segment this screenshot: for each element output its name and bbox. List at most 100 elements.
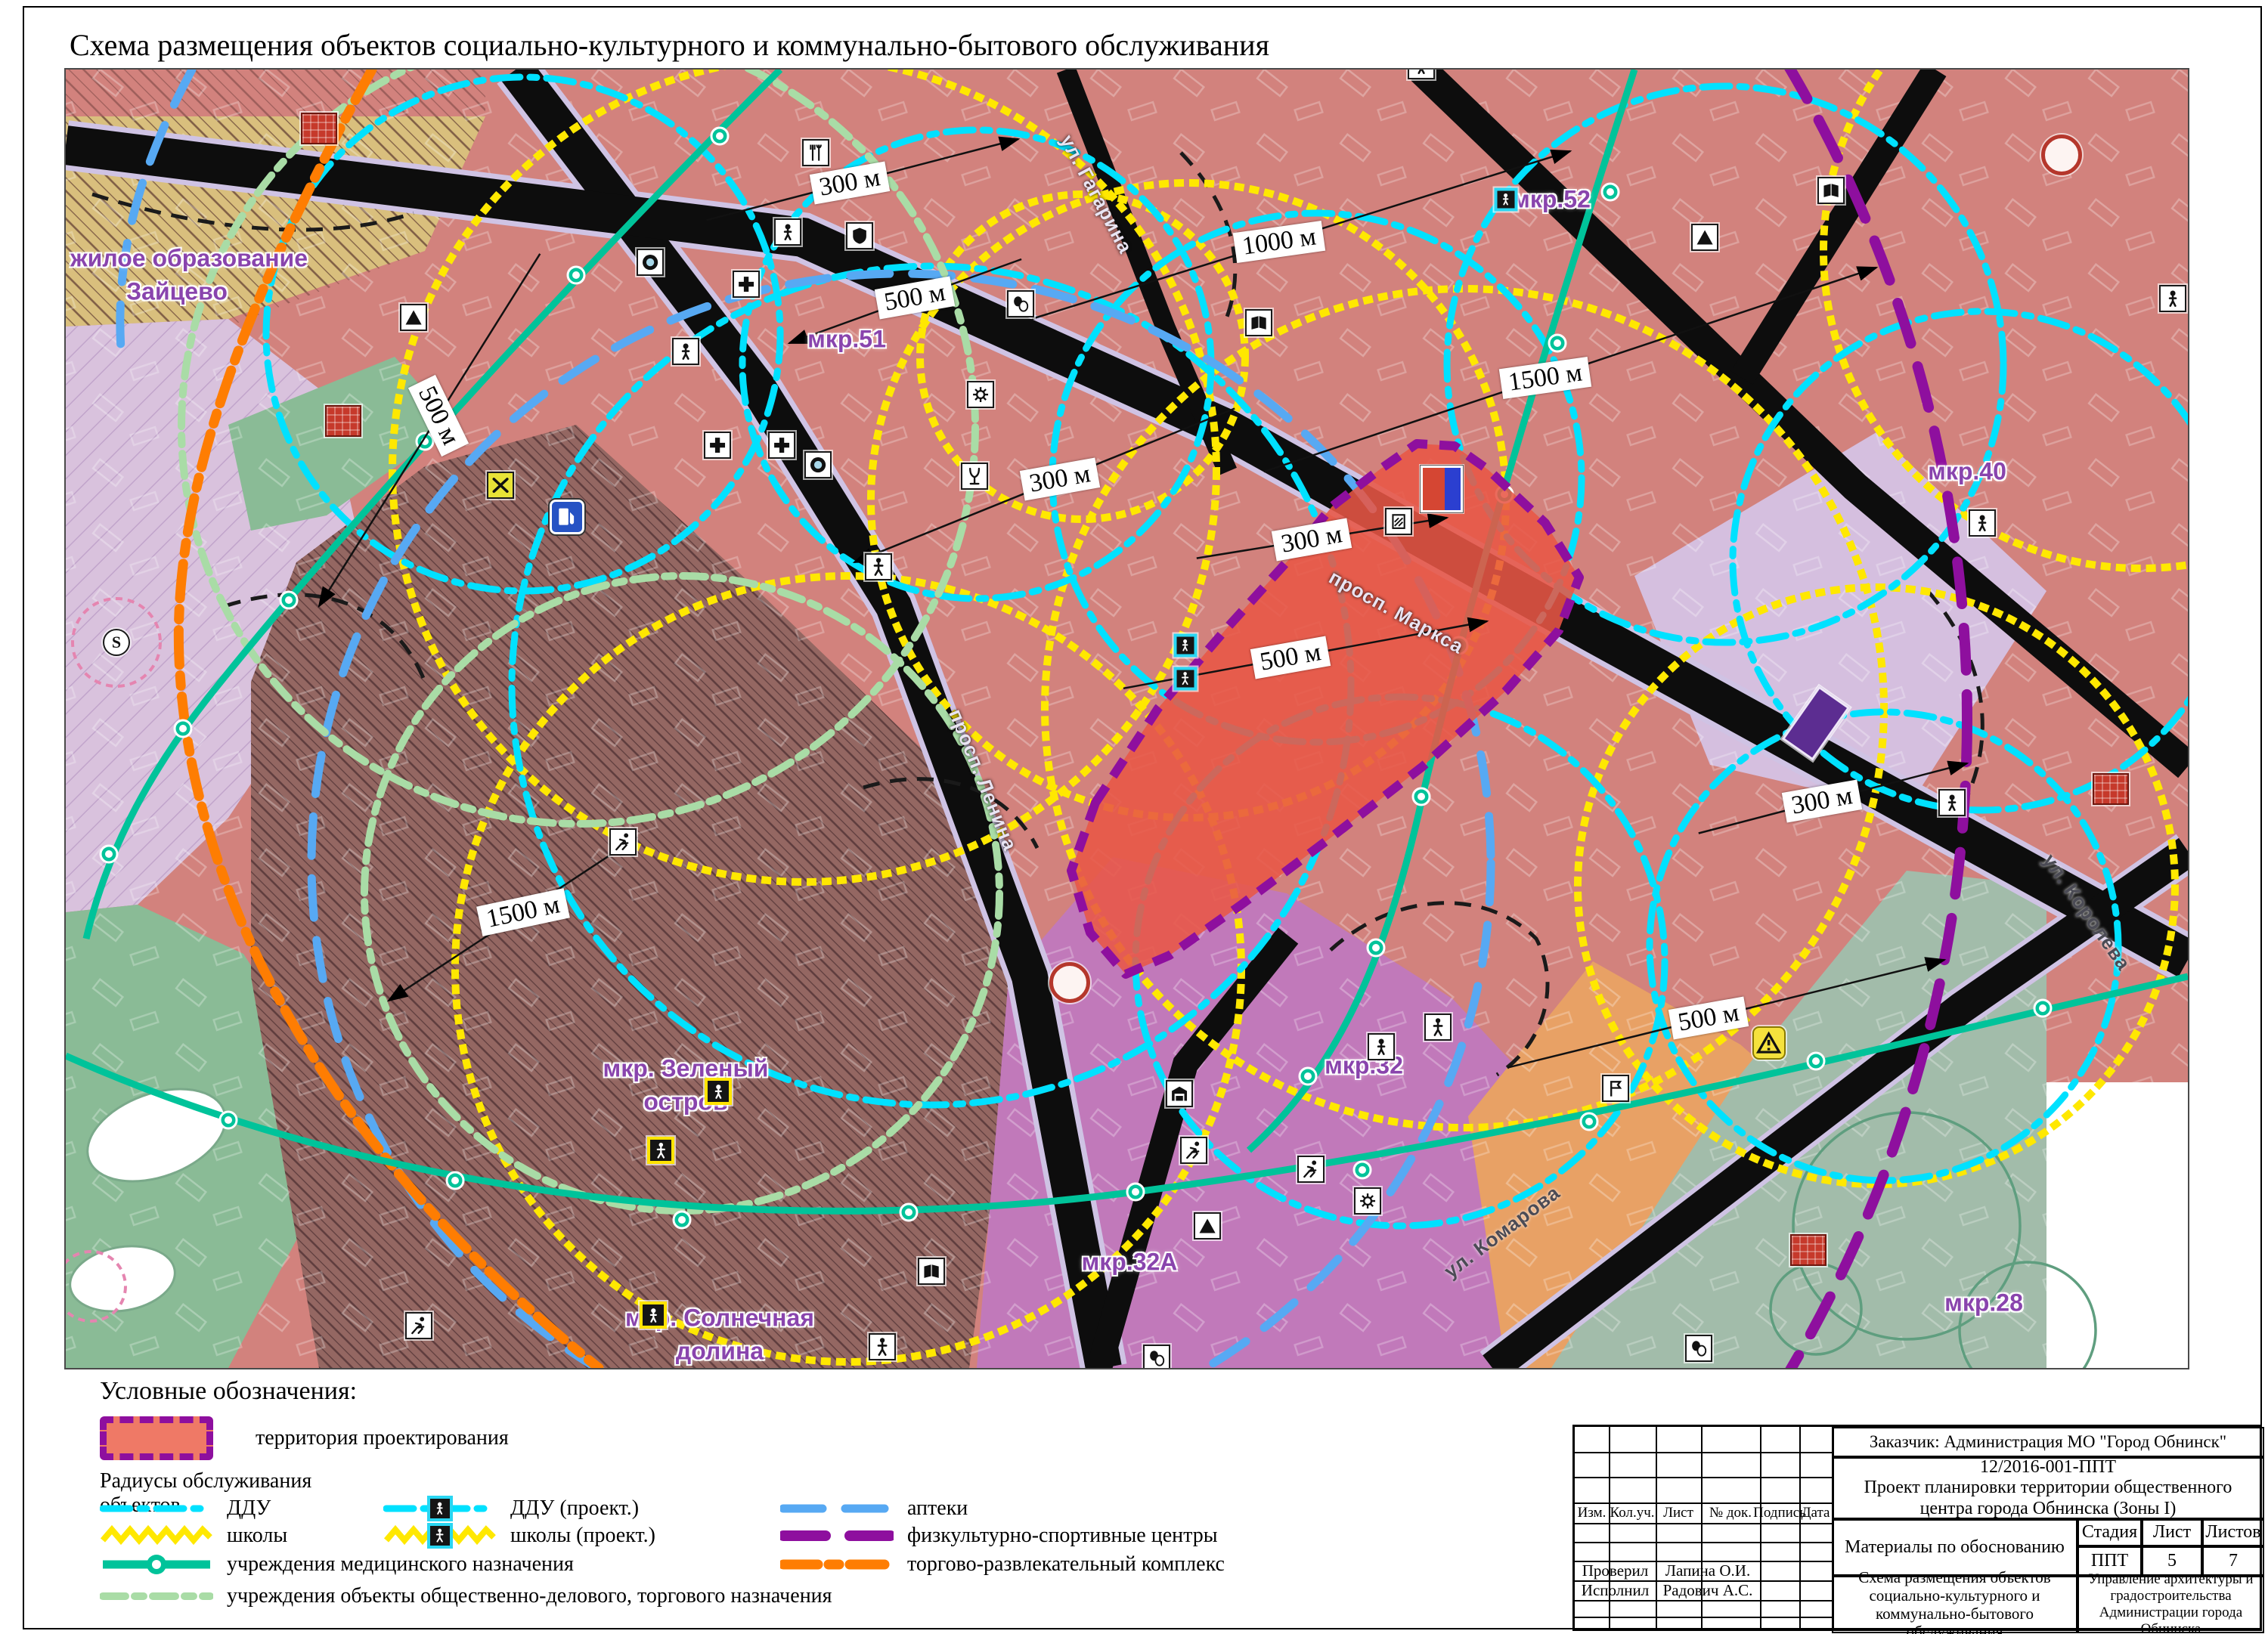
child-icon[interactable] xyxy=(774,218,801,246)
cross-icon[interactable] xyxy=(768,432,795,459)
district-label: мкр.40 xyxy=(1928,458,2006,486)
sheet: Схема размещения объектов социально-куль… xyxy=(0,0,2268,1634)
dot-icon[interactable] xyxy=(637,249,664,276)
page-title: Схема размещения объектов социально-куль… xyxy=(70,27,1269,63)
school-proj-icon xyxy=(427,1523,453,1549)
legend-row-biz: учреждения объекты общественно-делового,… xyxy=(100,1580,832,1613)
child-icon[interactable] xyxy=(1174,634,1198,658)
runner-icon[interactable] xyxy=(609,828,637,856)
bldg2-icon[interactable] xyxy=(1421,466,1463,512)
triangle-icon[interactable] xyxy=(1691,224,1718,251)
tb-grid-line xyxy=(1760,1427,1761,1629)
legend-row-school-proj: школы (проект.) xyxy=(383,1519,655,1552)
shield-icon[interactable] xyxy=(846,222,873,249)
bldg-icon[interactable] xyxy=(1790,1234,1826,1266)
bldg-icon[interactable] xyxy=(325,405,361,437)
gear-icon[interactable] xyxy=(1354,1187,1381,1215)
tb-scheme-title: Схема размещения объектов социально-куль… xyxy=(1832,1576,2077,1633)
map-layers xyxy=(66,70,2188,1368)
child-icon[interactable] xyxy=(1408,68,1435,79)
tb-col-koluch: Кол.уч. xyxy=(1609,1502,1656,1523)
person-icon[interactable] xyxy=(1424,1014,1452,1041)
hammer-icon[interactable] xyxy=(487,472,514,499)
zone-layer xyxy=(66,70,2188,1368)
triangle-icon[interactable] xyxy=(400,304,427,331)
legend-territory-row: территория проектирования xyxy=(100,1416,509,1460)
person-icon[interactable] xyxy=(865,553,892,580)
district-label: мкр.32А xyxy=(1082,1249,1178,1277)
territory-swatch xyxy=(100,1416,213,1460)
gear-icon[interactable] xyxy=(967,381,994,408)
district-label: долина xyxy=(676,1338,764,1366)
district-label: Зайцево xyxy=(126,278,228,306)
bldg-icon[interactable] xyxy=(2093,773,2129,805)
trk-line-swatch xyxy=(780,1548,894,1581)
tb-col-ndok: № док. xyxy=(1701,1502,1760,1523)
district-label: мкр.52 xyxy=(1512,186,1591,214)
triangle-icon[interactable] xyxy=(1194,1212,1221,1239)
legend-heading: Условные обозначения: xyxy=(100,1377,357,1406)
district-label: мкр. Зеленый xyxy=(603,1055,769,1083)
garage-icon[interactable] xyxy=(1166,1080,1193,1107)
cross-icon[interactable] xyxy=(704,432,731,459)
book-icon[interactable] xyxy=(918,1258,945,1285)
legend-row-trk: торгово-развлекательный комплекс xyxy=(780,1548,1225,1581)
person-icon[interactable] xyxy=(647,1137,674,1164)
child-icon[interactable] xyxy=(1969,509,1996,537)
tb-checked-name: Лапина О.И. xyxy=(1656,1561,1760,1580)
tb-col-izm: Изм. xyxy=(1575,1502,1609,1523)
runner-icon[interactable] xyxy=(405,1312,432,1339)
child-icon[interactable] xyxy=(705,1078,732,1105)
district-label: мкр.51 xyxy=(807,326,886,354)
fuel-icon[interactable] xyxy=(550,500,584,534)
tb-col-data: Дата xyxy=(1799,1502,1832,1523)
tb-sheet-label: Лист xyxy=(2142,1519,2202,1546)
bldg-icon[interactable] xyxy=(301,113,337,144)
child-icon[interactable] xyxy=(1368,1033,1395,1060)
flag-icon[interactable] xyxy=(1602,1075,1629,1102)
tb-sheets-label: Листов xyxy=(2202,1519,2264,1546)
cross-icon[interactable] xyxy=(733,271,760,298)
z-icon[interactable] xyxy=(1385,508,1412,535)
tb-grid-line xyxy=(1799,1427,1801,1629)
tb-project-line2: центра города Обнинска (Зоны I) xyxy=(1920,1499,2177,1520)
tb-col-list: Лист xyxy=(1656,1502,1701,1523)
runner-icon[interactable] xyxy=(1180,1137,1207,1164)
child-icon[interactable] xyxy=(672,338,699,365)
book-icon[interactable] xyxy=(1817,177,1845,204)
masks-icon[interactable] xyxy=(1685,1335,1712,1362)
child-icon[interactable] xyxy=(640,1301,667,1329)
stadium-icon[interactable] xyxy=(2041,135,2082,175)
district-label: жилое образование xyxy=(70,245,308,273)
child-icon[interactable] xyxy=(2159,285,2186,312)
tb-checked-label: Проверил xyxy=(1575,1561,1656,1580)
hands-icon[interactable] xyxy=(961,463,988,490)
runner-icon[interactable] xyxy=(1297,1156,1325,1183)
tb-col-podpis: Подпись xyxy=(1760,1502,1799,1523)
district-label: мкр.28 xyxy=(1944,1289,2023,1317)
child-icon[interactable] xyxy=(1938,789,1966,816)
masks-icon[interactable] xyxy=(1007,290,1034,317)
kindergarten-proj-icon xyxy=(427,1496,453,1521)
scircle-icon[interactable]: S xyxy=(103,629,130,656)
tb-doc-code: 12/2016-001-ППТ xyxy=(1980,1457,2116,1478)
tb-org: Управление архитектуры и градостроительс… xyxy=(2077,1576,2264,1633)
child-icon[interactable] xyxy=(1495,188,1518,212)
title-block: Изм. Кол.уч. Лист № док. Подпись Дата Пр… xyxy=(1572,1425,2262,1631)
map-canvas[interactable]: 300 м500 м1000 м1500 м300 м300 м500 м500… xyxy=(64,68,2189,1369)
tb-project-line1: Проект планировки территории общественно… xyxy=(1864,1478,2232,1499)
dot-icon[interactable] xyxy=(804,451,832,478)
person-icon[interactable] xyxy=(1174,667,1198,691)
fork-icon[interactable] xyxy=(802,139,829,166)
book-icon[interactable] xyxy=(1245,309,1272,336)
legend-row-med: учреждения медицинского назначения xyxy=(100,1548,574,1581)
warn-icon[interactable] xyxy=(1752,1026,1786,1060)
tb-project: 12/2016-001-ППТ Проект планировки террит… xyxy=(1832,1457,2264,1519)
biz-line-swatch xyxy=(100,1580,213,1613)
tb-stage-label: Стадия xyxy=(2077,1519,2142,1546)
masks-icon[interactable] xyxy=(1143,1345,1170,1369)
stadium-icon[interactable] xyxy=(1049,962,1090,1003)
person-icon[interactable] xyxy=(869,1333,896,1360)
tb-author-name: Радович А.С. xyxy=(1656,1580,1760,1600)
legend: Условные обозначения: территория проекти… xyxy=(100,1377,357,1406)
